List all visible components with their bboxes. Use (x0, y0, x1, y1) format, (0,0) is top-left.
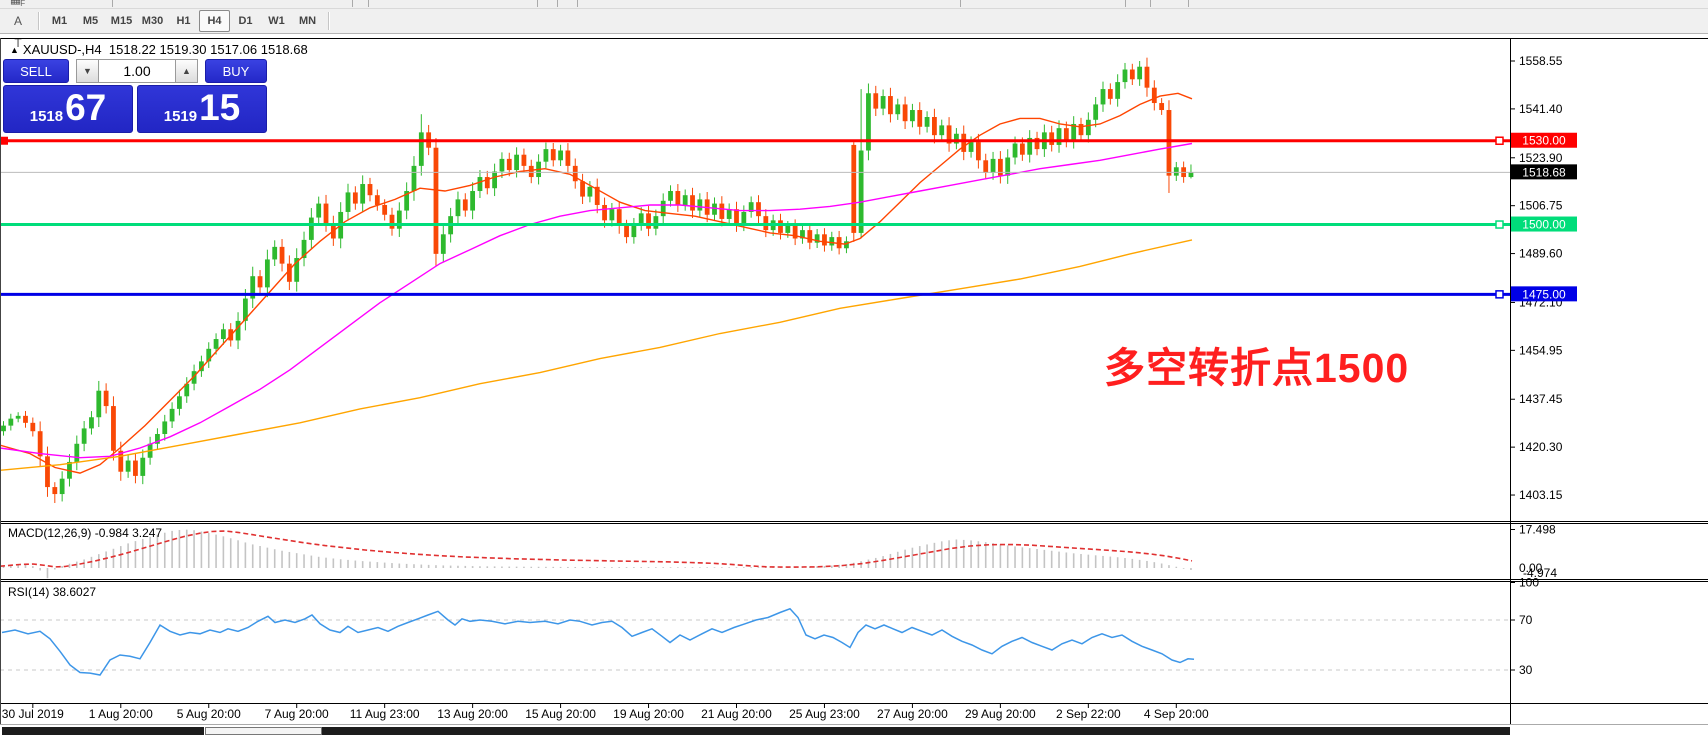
price-badge-label: 1530.00 (1522, 134, 1566, 148)
date-tick-label: 19 Aug 20:00 (613, 707, 684, 721)
buy-button[interactable]: BUY (205, 59, 267, 83)
bottom-scrollbar-thumb[interactable] (205, 727, 322, 735)
toolbar-handle-mark (557, 0, 558, 7)
toolbar-handle-mark (112, 0, 113, 7)
hline-handle (1496, 221, 1503, 228)
horizontal-level-lines[interactable] (0, 137, 1510, 298)
price-badge-label: 1475.00 (1522, 287, 1566, 301)
timeframe-button-H4[interactable]: H4 (199, 10, 230, 32)
hline-handle (1496, 291, 1503, 298)
macd-title: MACD(12,26,9) (8, 526, 91, 540)
date-axis: 30 Jul 2019 1 Aug 20:00 5 Aug 20:00 7 Aug 2… (2, 704, 1209, 721)
date-tick-label: 13 Aug 20:00 (437, 707, 508, 721)
symbol-timeframe-label: XAUUSD-,H4 (23, 42, 102, 57)
date-tick-label: 25 Aug 23:00 (789, 707, 860, 721)
direction-up-icon: ▲ (10, 45, 19, 55)
timeframe-buttons-group: M1M5M15M30H1H4D1W1MN (44, 10, 323, 32)
price-tick-label: 1558.55 (1519, 54, 1563, 68)
toolbar-handle-mark (1188, 0, 1189, 7)
current-price-badge-label: 1518.68 (1522, 165, 1566, 179)
hline-left-anchor (0, 137, 8, 145)
date-tick-label: 1 Aug 20:00 (89, 707, 153, 721)
toolbar-handle-mark (537, 0, 538, 7)
volume-increase-icon[interactable]: ▲ (175, 59, 198, 83)
volume-spinner: ▼ ▲ (76, 59, 198, 83)
price-tick-label: 1506.75 (1519, 199, 1563, 213)
timeframe-button-W1[interactable]: W1 (261, 10, 292, 32)
toolbar-handle-mark (368, 0, 369, 7)
ma-slow-orange (0, 240, 1192, 470)
toolbar-handle-mark (1150, 0, 1151, 7)
bottom-window-edge (2, 727, 204, 735)
date-tick-label: 5 Aug 20:00 (177, 707, 241, 721)
rsi-line (2, 609, 1194, 675)
text-label-tool-icon[interactable]: A (4, 10, 32, 32)
rsi-tick-label: 70 (1519, 613, 1533, 627)
timeframe-button-M5[interactable]: M5 (75, 10, 106, 32)
date-tick-label: 2 Sep 22:00 (1056, 707, 1121, 721)
rsi-panel (0, 609, 1510, 675)
date-tick-label: 29 Aug 20:00 (965, 707, 1036, 721)
rsi-indicator-label: RSI(14) 38.6027 (8, 585, 96, 599)
buy-price-small: 1519 (164, 108, 197, 125)
toolbar-handle-mark (1125, 0, 1126, 7)
price-axis: 1558.551541.401523.901506.751489.601472.… (1510, 54, 1577, 502)
timeframe-button-M1[interactable]: M1 (44, 10, 75, 32)
price-tick-label: 1523.90 (1519, 151, 1563, 165)
toolbar-separator (38, 12, 39, 30)
macd-indicator-label: MACD(12,26,9) -0.984 3.247 (8, 526, 162, 540)
price-tick-label: 1437.45 (1519, 392, 1563, 406)
chart-canvas: 1558.551541.401523.901506.751489.601472.… (0, 38, 1708, 735)
timeframe-button-M15[interactable]: M15 (106, 10, 137, 32)
toolbar-separator (328, 12, 329, 30)
price-tick-label: 1403.15 (1519, 488, 1563, 502)
rsi-axis: 100 70 30 (1510, 576, 1539, 678)
buy-price-display[interactable]: 1519 15 (137, 85, 267, 133)
buy-price-big: 15 (199, 88, 240, 128)
timeframe-button-MN[interactable]: MN (292, 10, 323, 32)
date-tick-label: 30 Jul 2019 (2, 707, 64, 721)
sell-price-display[interactable]: 1518 67 (3, 85, 133, 133)
chart-text-annotation[interactable]: 多空转折点1500 (1104, 334, 1409, 394)
upper-toolbar-edge (0, 0, 1708, 9)
rsi-title: RSI(14) (8, 585, 49, 599)
one-click-trade-panel: SELL ▼ ▲ BUY 1518 67 1519 15 (3, 59, 267, 133)
sell-price-small: 1518 (30, 108, 63, 125)
hline-handle (1496, 137, 1503, 144)
date-tick-label: 27 Aug 20:00 (877, 707, 948, 721)
fibonacci-grid-tool-icon[interactable]: ▦F (4, 0, 32, 10)
toolbar-handle-mark (960, 0, 961, 7)
volume-decrease-icon[interactable]: ▼ (76, 59, 99, 83)
rsi-tick-label: 30 (1519, 663, 1533, 677)
sell-price-big: 67 (65, 88, 106, 128)
price-tick-label: 1420.30 (1519, 440, 1563, 454)
timeframe-button-D1[interactable]: D1 (230, 10, 261, 32)
sell-button[interactable]: SELL (3, 59, 69, 83)
macd-max-label: 17.498 (1519, 523, 1556, 537)
date-tick-label: 11 Aug 23:00 (350, 707, 420, 721)
mt4-window: { "toolbar": { "tool_icons": [ {"name": … (0, 0, 1708, 735)
timeframe-button-M30[interactable]: M30 (137, 10, 168, 32)
macd-axis: 17.4980.00-4.974 (1510, 523, 1557, 580)
bottom-window-edge (322, 727, 1510, 735)
date-tick-label: 7 Aug 20:00 (265, 707, 329, 721)
timeframe-button-H1[interactable]: H1 (168, 10, 199, 32)
volume-input[interactable] (99, 59, 175, 83)
toolbar-handle-mark (352, 0, 353, 7)
date-tick-label: 15 Aug 20:00 (525, 707, 596, 721)
price-tick-label: 1489.60 (1519, 247, 1563, 261)
date-tick-label: 21 Aug 20:00 (701, 707, 772, 721)
toolbar-handle-mark (577, 0, 578, 7)
price-tick-label: 1541.40 (1519, 102, 1563, 116)
rsi-value: 38.6027 (53, 585, 96, 599)
macd-values: -0.984 3.247 (95, 526, 162, 540)
price-badge-label: 1500.00 (1522, 218, 1566, 232)
date-tick-label: 4 Sep 20:00 (1144, 707, 1209, 721)
rsi-tick-label: 100 (1519, 576, 1539, 590)
macd-panel (0, 530, 1192, 579)
ohlc-values: 1518.22 1519.30 1517.06 1518.68 (109, 42, 308, 57)
toolbar: ▨E▦FAT✥▾ M1M5M15M30H1H4D1W1MN (0, 9, 1708, 34)
price-tick-label: 1454.95 (1519, 343, 1563, 357)
chart-ohlc-header: ▲ XAUUSD-,H4 1518.22 1519.30 1517.06 1518… (10, 42, 308, 57)
